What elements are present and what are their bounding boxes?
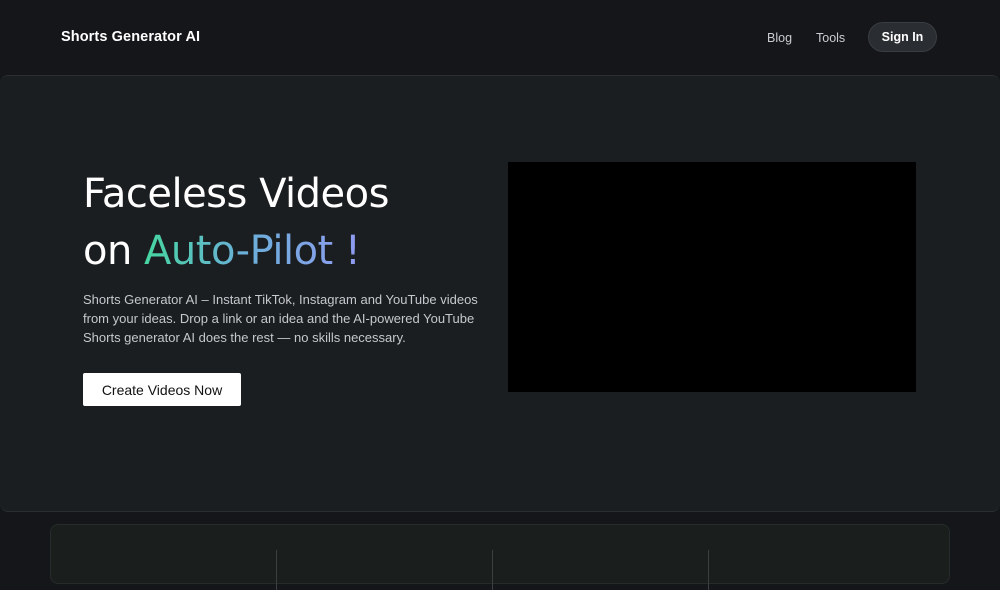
headline-gradient-text: Auto-Pilot ! — [144, 228, 361, 274]
headline-prefix: on — [83, 228, 145, 274]
headline-line-1: Faceless Videos — [83, 171, 389, 217]
stats-divider — [276, 550, 277, 590]
hero-video-player[interactable] — [508, 162, 916, 392]
stats-panel — [50, 524, 950, 590]
nav-link-blog[interactable]: Blog — [767, 31, 792, 45]
stats-divider — [708, 550, 709, 590]
stats-divider — [492, 550, 493, 590]
sign-in-button[interactable]: Sign In — [868, 22, 937, 52]
nav-link-tools[interactable]: Tools — [816, 31, 845, 45]
brand-logo-text[interactable]: Shorts Generator AI — [61, 29, 200, 45]
top-navigation-bar: Shorts Generator AI Blog Tools Sign In — [0, 0, 1000, 75]
hero-description: Shorts Generator AI – Instant TikTok, In… — [83, 292, 478, 345]
create-videos-now-button[interactable]: Create Videos Now — [83, 373, 241, 406]
hero-headline: Faceless Videos on Auto-Pilot ! — [83, 166, 389, 280]
